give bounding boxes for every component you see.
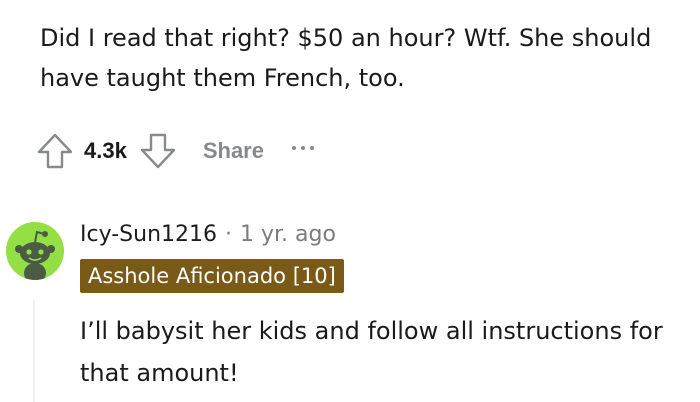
share-button[interactable]: Share [203,138,264,164]
header-separator: · [225,221,232,247]
downvote-icon[interactable] [137,130,179,172]
reply-text: I’ll babysit her kids and follow all ins… [80,317,663,387]
timestamp-link[interactable]: 1 yr. ago [240,222,336,247]
reply-header: Icy-Sun1216 · 1 yr. ago [80,214,336,254]
thread-line[interactable] [33,300,35,402]
comment-actions: 4.3k Share [34,128,314,174]
username-link[interactable]: Icy-Sun1216 [80,222,217,247]
user-flair-badge: Asshole Aficionado [10] [80,259,344,293]
snoo-avatar-icon[interactable] [6,222,64,280]
more-options-icon[interactable] [291,146,314,156]
vote-count: 4.3k [84,138,127,163]
comment-text: Did I read that right? $50 an hour? Wtf.… [40,24,652,92]
upvote-icon[interactable] [34,130,76,172]
